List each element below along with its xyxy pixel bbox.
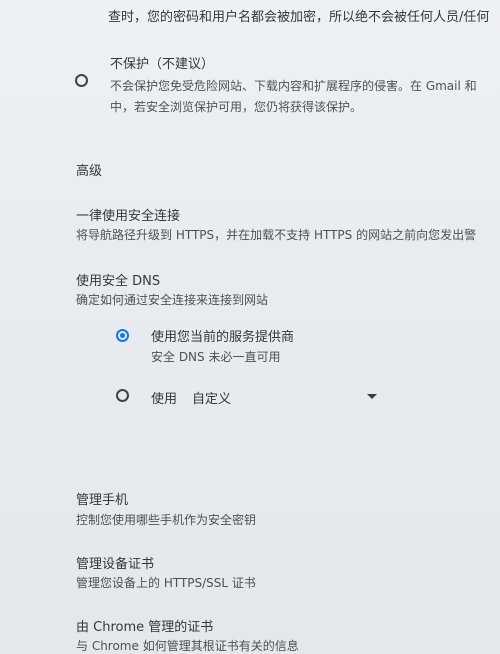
no-protection-desc-line1: 不会保护您免受危险网站、下载内容和扩展程序的侵害。在 Gmail 和 [110,79,477,93]
secure-dns-title: 使用安全 DNS [76,274,161,289]
chrome-certs-desc: 与 Chrome 如何管理其根证书有关的信息 [76,639,299,653]
dns-provider-select-value: 自定义 [192,392,232,407]
advanced-heading: 高级 [76,164,103,179]
dns-custom-radio[interactable] [116,389,129,402]
no-protection-desc-line2: 中，若安全浏览保护可用，您仍将获得该保护。 [110,100,363,114]
chrome-certs-title: 由 Chrome 管理的证书 [76,620,214,635]
manage-phones-title: 管理手机 [76,493,129,508]
dns-current-provider-desc: 安全 DNS 未必一直可用 [151,350,281,364]
dns-current-provider-radio[interactable] [116,329,129,342]
secure-dns-desc: 确定如何通过安全连接来连接到网站 [76,293,269,307]
manage-certs-title: 管理设备证书 [76,557,155,572]
chevron-down-icon [367,394,377,399]
always-secure-title: 一律使用安全连接 [76,209,181,224]
no-protection-title: 不保护（不建议） [110,57,215,72]
dns-current-provider-label: 使用您当前的服务提供商 [151,330,295,345]
manage-phones-desc: 控制您使用哪些手机作为安全密钥 [76,513,257,527]
top-partial-text: 查时，您的密码和用户名都会被加密，所以绝不会被任何人员/任何 [108,10,490,25]
dns-provider-select[interactable]: 自定义 [185,382,385,410]
always-secure-desc: 将导航路径升级到 HTTPS，并在加载不支持 HTTPS 的网站之前向您发出警 [76,228,477,242]
no-protection-radio[interactable] [75,74,88,87]
dns-custom-label: 使用 [151,392,178,407]
manage-certs-desc: 管理您设备上的 HTTPS/SSL 证书 [76,576,256,590]
